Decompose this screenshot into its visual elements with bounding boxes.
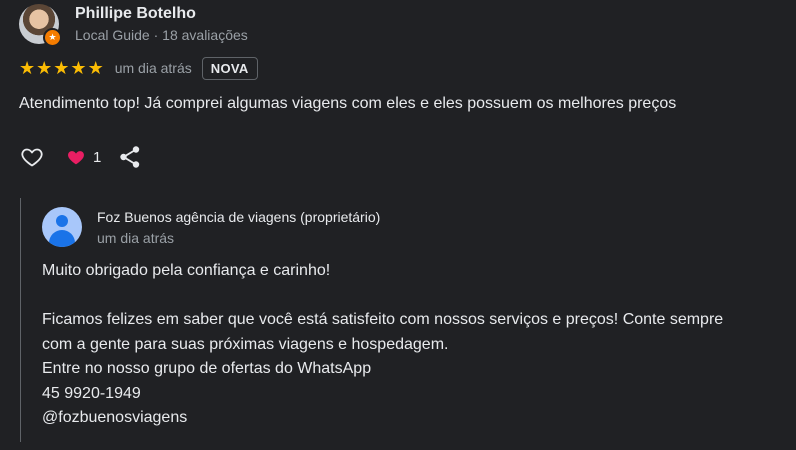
review-header: ★ Phillipe Botelho Local Guide · 18 aval… xyxy=(19,4,248,47)
star-rating: ★ ★ ★ ★ ★ xyxy=(19,59,104,77)
reply-line: @fozbuenosviagens xyxy=(42,409,188,426)
person-head-icon xyxy=(56,215,68,227)
star-icon: ★ xyxy=(19,58,36,78)
reply-line: com a gente para suas próximas viagens e… xyxy=(42,335,449,353)
share-button[interactable] xyxy=(119,145,141,169)
share-icon xyxy=(120,146,140,168)
star-icon: ★ xyxy=(70,58,87,78)
review-text: Atendimento top! Já comprei algumas viag… xyxy=(19,95,677,112)
owner-reply: Foz Buenos agência de viagens (proprietá… xyxy=(20,198,796,442)
reviewer-avatar[interactable]: ★ xyxy=(19,4,62,47)
owner-reply-text: Muito obrigado pela confiança e carinho!… xyxy=(42,259,796,431)
heart-filled-icon xyxy=(68,151,84,165)
owner-name: Foz Buenos agência de viagens (proprietá… xyxy=(97,209,381,225)
new-badge: NOVA xyxy=(201,56,258,80)
owner-reply-date: um dia atrás xyxy=(97,230,175,246)
local-guide-badge-icon: ★ xyxy=(43,28,62,47)
reply-line: Muito obrigado pela confiança e carinho! xyxy=(42,262,331,279)
reply-line: 45 9920-1949 xyxy=(42,384,141,402)
reply-line: Entre no nosso grupo de ofertas do Whats… xyxy=(42,360,372,377)
reply-blank-line xyxy=(42,284,796,309)
review-date: um dia atrás xyxy=(114,60,192,76)
rating-row: ★ ★ ★ ★ ★ um dia atrás NOVA xyxy=(19,55,258,81)
like-count: 1 xyxy=(93,148,102,166)
reviewer-name[interactable]: Phillipe Botelho xyxy=(75,4,248,24)
reply-line: Ficamos felizes em saber que você está s… xyxy=(42,311,724,328)
author-meta: Phillipe Botelho Local Guide · 18 avalia… xyxy=(75,4,248,44)
like-button[interactable] xyxy=(19,145,45,169)
reactions-button[interactable]: 1 xyxy=(67,149,101,166)
star-icon: ★ xyxy=(87,58,104,78)
star-icon: ★ xyxy=(36,58,53,78)
review-actions: 1 xyxy=(19,144,141,170)
owner-avatar xyxy=(42,207,82,247)
heart-outline-icon xyxy=(21,148,43,167)
person-body-icon xyxy=(49,230,75,247)
reviewer-stats: Local Guide · 18 avaliações xyxy=(75,27,248,43)
star-icon: ★ xyxy=(53,58,70,78)
